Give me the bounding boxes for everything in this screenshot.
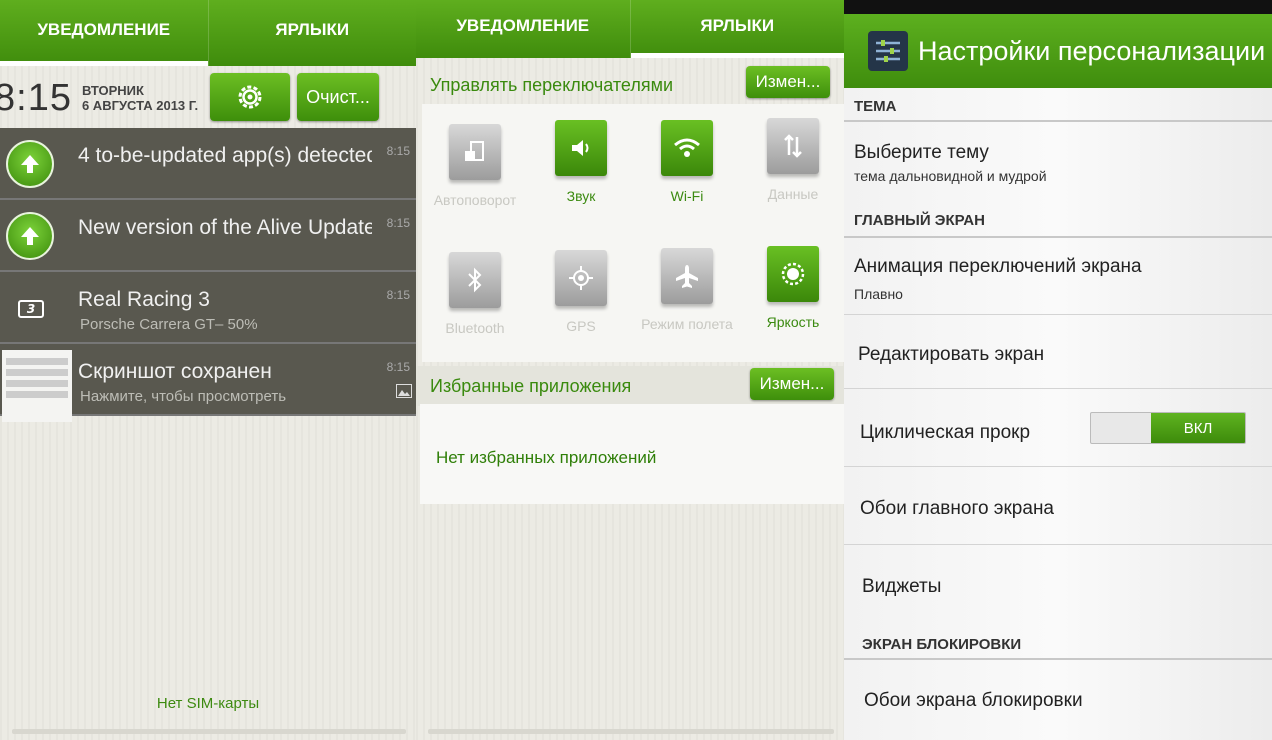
no-favorites-text: Нет избранных приложений: [436, 448, 657, 467]
item-divider: [844, 544, 1272, 545]
section-header-home-screen: ГЛАВНЫЙ ЭКРАН: [854, 212, 985, 229]
notification-list: 4 to-be-updated app(s) detected 8:15 New…: [0, 128, 416, 422]
screen-transition-subtitle: Плавно: [854, 286, 903, 302]
edit-switches-button[interactable]: Измен...: [746, 66, 830, 98]
notification-subtitle: Нажмите, чтобы просмотреть: [80, 388, 287, 405]
toggle-label: Wi-Fi: [670, 188, 704, 204]
tab-shortcuts[interactable]: ЯРЛЫКИ: [209, 0, 417, 66]
gps-icon: [555, 250, 607, 306]
auto-rotate-icon: [449, 124, 501, 180]
settings-list: ТЕМА Выберите тему тема дальновидной и м…: [844, 88, 1272, 740]
toggle-label: GPS: [566, 318, 596, 334]
favorites-header-label: Избранные приложения: [430, 375, 632, 396]
tab-notifications[interactable]: УВЕДОМЛЕНИЕ: [416, 0, 631, 58]
toggle-label: Яркость: [766, 314, 820, 330]
tab-notifications[interactable]: УВЕДОМЛЕНИЕ: [0, 0, 209, 66]
toggle-label: Bluetooth: [445, 320, 505, 336]
drag-handle[interactable]: [428, 729, 834, 734]
notifications-panel: УВЕДОМЛЕНИЕ ЯРЛЫКИ 8:15 ВТОРНИК 6 АВГУСТ…: [0, 0, 416, 740]
toggle-label: Автоповорот: [433, 192, 517, 208]
clear-button[interactable]: Очист...: [297, 73, 379, 121]
favorites-area: Нет избранных приложений: [420, 404, 844, 504]
clock-weekday: ВТОРНИК: [81, 83, 144, 98]
item-divider: [844, 466, 1272, 467]
settings-button[interactable]: [210, 73, 290, 121]
shortcuts-panel: УВЕДОМЛЕНИЕ ЯРЛЫКИ Управлять переключате…: [416, 0, 844, 740]
notification-title: New version of the Alive Update: [78, 216, 372, 239]
gear-icon: [238, 85, 262, 109]
lock-wallpaper-item[interactable]: Обои экрана блокировки: [864, 690, 1083, 712]
cyclic-scroll-switch[interactable]: ВКЛ: [1090, 412, 1246, 444]
notification-time: 8:15: [386, 288, 410, 302]
switches-header-label: Управлять переключателями: [430, 74, 674, 95]
action-bar: Настройки персонализации: [844, 14, 1272, 88]
no-sim-status: Нет SIM-карты: [156, 695, 260, 712]
section-divider: [844, 658, 1272, 660]
notification-subtitle: Porsche Carrera GT– 50%: [80, 316, 258, 333]
status-bar: [844, 0, 1272, 14]
image-icon: [396, 384, 412, 398]
toggle-bluetooth[interactable]: Bluetooth: [422, 252, 528, 336]
notification-time: 8:15: [386, 216, 410, 230]
notification-title: Real Racing 3: [78, 288, 210, 311]
tab-bar: УВЕДОМЛЕНИЕ ЯРЛЫКИ: [0, 0, 416, 66]
edit-favorites-button[interactable]: Измен...: [750, 368, 834, 400]
toggle-wifi[interactable]: Wi-Fi: [634, 120, 740, 204]
notification-item[interactable]: New version of the Alive Update 8:15: [0, 200, 416, 272]
notification-title: Скриншот сохранен: [78, 360, 272, 383]
section-header-theme: ТЕМА: [854, 98, 897, 115]
airplane-icon: [661, 248, 713, 304]
switch-on-label: ВКЛ: [1151, 413, 1245, 443]
toggle-label: Данные: [767, 186, 819, 202]
toggle-sound[interactable]: Звук: [528, 120, 634, 204]
item-divider: [844, 388, 1272, 389]
widgets-item[interactable]: Виджеты: [862, 576, 941, 598]
notification-title: 4 to-be-updated app(s) detected: [78, 144, 372, 167]
notification-item[interactable]: 4 to-be-updated app(s) detected 8:15: [0, 128, 416, 200]
toggle-brightness[interactable]: Яркость: [740, 246, 844, 330]
choose-theme-subtitle: тема дальновидной и мудрой: [854, 168, 1047, 184]
update-arrow-icon: [6, 212, 54, 260]
drag-handle[interactable]: [12, 729, 406, 734]
toggle-label: Звук: [566, 188, 596, 204]
section-divider: [844, 120, 1272, 122]
notification-time: 8:15: [386, 144, 410, 158]
item-divider: [844, 314, 1272, 315]
clock-full-date: 6 АВГУСТА 2013 Г.: [81, 98, 199, 113]
toggle-grid: Автоповорот Звук Wi-Fi Данные Bluetooth: [422, 104, 844, 362]
toggle-data[interactable]: Данные: [740, 118, 844, 202]
sound-icon: [555, 120, 607, 176]
notification-time: 8:15: [386, 360, 410, 374]
personalization-settings: Настройки персонализации ТЕМА Выберите т…: [844, 0, 1272, 740]
settings-sliders-icon[interactable]: [868, 31, 908, 71]
tab-shortcuts[interactable]: ЯРЛЫКИ: [630, 0, 845, 58]
tab-bar: УВЕДОМЛЕНИЕ ЯРЛЫКИ: [416, 0, 844, 58]
clock-date: ВТОРНИК 6 АВГУСТА 2013 Г.: [82, 83, 198, 113]
toggle-auto-rotate[interactable]: Автоповорот: [422, 124, 528, 208]
screenshot-thumbnail-icon: [2, 350, 72, 422]
wifi-icon: [661, 120, 713, 176]
clock-time: 8:15: [0, 76, 72, 119]
notification-item[interactable]: Скриншот сохранен Нажмите, чтобы просмот…: [0, 344, 416, 422]
real-racing-logo-icon: 3: [18, 300, 44, 318]
bluetooth-icon: [449, 252, 501, 308]
cyclic-scroll-item[interactable]: Циклическая прокр: [860, 422, 1030, 444]
toggle-airplane[interactable]: Режим полета: [634, 248, 740, 332]
brightness-icon: [767, 246, 819, 302]
section-header-lock-screen: ЭКРАН БЛОКИРОВКИ: [862, 636, 1022, 653]
data-icon: [767, 118, 819, 174]
choose-theme-item[interactable]: Выберите тему: [854, 142, 989, 164]
toggle-gps[interactable]: GPS: [528, 250, 634, 334]
toggle-label: Режим полета: [641, 316, 733, 332]
notification-item[interactable]: 3 Real Racing 3 Porsche Carrera GT– 50% …: [0, 272, 416, 344]
screen-transition-item[interactable]: Анимация переключений экрана: [854, 256, 1142, 278]
section-divider: [844, 236, 1272, 238]
edit-screen-item[interactable]: Редактировать экран: [858, 344, 1044, 366]
page-title: Настройки персонализации: [918, 35, 1266, 66]
update-arrow-icon: [6, 140, 54, 188]
home-wallpaper-item[interactable]: Обои главного экрана: [860, 498, 1054, 520]
